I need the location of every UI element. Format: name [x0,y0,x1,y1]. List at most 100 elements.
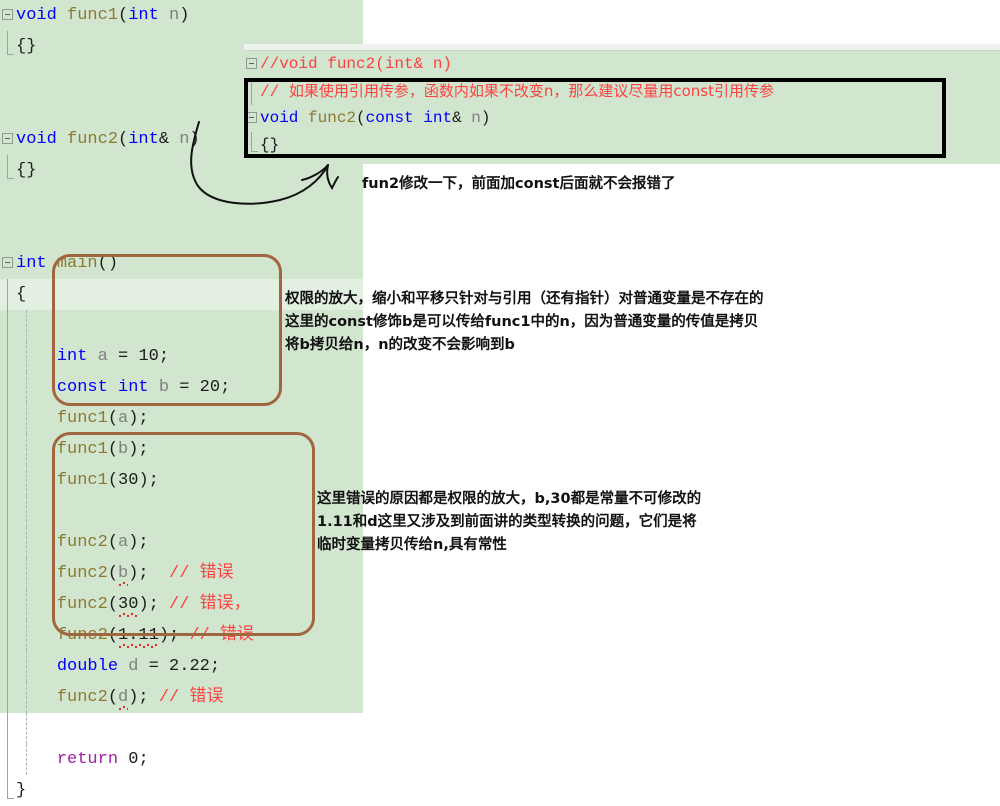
code-line[interactable]: func2(b); // 错误 [0,558,363,589]
code-line[interactable]: func1(30); [0,465,363,496]
indent-guide [26,496,27,527]
fold-guide-line [7,713,8,744]
code-token: 10 [138,347,159,366]
code-line[interactable]: void func2(const int& n) [244,105,1000,132]
code-token: ); [138,471,159,490]
code-line[interactable]: double d = 2.22; [0,651,363,682]
code-token: ); [128,440,149,459]
code-line[interactable]: return 0; [0,744,363,775]
indent-guide [26,589,27,620]
code-token: int [128,6,159,25]
code-line[interactable]: } [0,775,363,806]
code-token: n [169,6,180,25]
code-token: // 错误 [169,564,234,583]
code-line[interactable]: {} [244,132,1000,159]
code-token: ; [220,378,231,397]
code-line[interactable]: void func1(int n) [0,0,363,31]
fold-collapse-icon[interactable] [246,112,257,123]
fold-guide-end [251,132,258,152]
fold-collapse-icon[interactable] [2,9,13,20]
code-line[interactable]: func1(b); [0,434,363,465]
code-line[interactable] [0,217,363,248]
code-token: {} [260,136,280,154]
code-line[interactable] [0,496,363,527]
indent-guide [26,310,27,341]
indent-guide [26,434,27,465]
code-token: func2 [56,626,108,645]
fold-guide-end [7,775,14,799]
code-token: ; [209,657,221,676]
code-token: ( [107,626,119,645]
code-token: void [260,109,299,127]
code-token: double [56,657,119,676]
code-token: func2 [56,564,108,583]
code-line[interactable]: func2(a); [0,527,363,558]
indent-guide [26,744,27,775]
inset-scrollbar-strip[interactable] [244,44,1000,51]
fold-guide-line [7,403,8,434]
code-token: } [16,781,27,800]
code-token: ( [107,409,119,428]
code-token: func2 [56,688,108,707]
code-token: ); [128,688,159,707]
code-token: ); [128,409,149,428]
code-token: ( [356,109,366,127]
code-line[interactable]: //void func2(int& n) [244,51,1000,78]
code-token: d [128,657,139,676]
code-token: ); [128,564,170,583]
code-token: func2 [56,533,108,552]
code-line[interactable]: func1(a); [0,403,363,434]
code-token: b [118,440,129,459]
fold-collapse-icon[interactable] [2,257,13,268]
fold-guide-line [7,341,8,372]
code-token: func1 [56,440,108,459]
code-line[interactable]: func2(30); // 错误， [0,589,363,620]
fold-collapse-icon[interactable] [2,133,13,144]
code-line[interactable]: const int b = 20; [0,372,363,403]
code-token: n [179,130,190,149]
code-token: ( [107,440,119,459]
code-token: ; [138,750,149,769]
indent-guide [26,558,27,589]
fold-guide-end [7,31,14,55]
code-token: int [118,378,149,397]
code-token: // [260,83,289,101]
indent-guide [26,713,27,744]
code-token: ); [128,533,149,552]
code-token: int [423,109,453,127]
fold-guide-line [7,372,8,403]
indent-guide [26,682,27,713]
code-token: int [16,254,47,273]
code-line[interactable]: // 如果使用引用传参，函数内如果不改变n，那么建议尽量用const引用传参 [244,78,1000,105]
code-token: & [158,130,180,149]
code-token: 20 [199,378,221,397]
inset-code-panel[interactable]: //void func2(int& n) // 如果使用引用传参，函数内如果不改变… [244,44,1000,164]
code-token-error: b [118,564,129,583]
code-line[interactable]: func2(d); // 错误 [0,682,363,713]
code-token: // 错误， [169,595,251,614]
code-line[interactable]: int main() [0,248,363,279]
code-line[interactable]: func2(1.11); // 错误 [0,620,363,651]
code-line[interactable] [0,186,363,217]
fold-guide-line [7,310,8,341]
code-token: ) [179,6,190,25]
indent-guide [26,620,27,651]
code-token: ( [107,533,119,552]
inset-code-lines[interactable]: //void func2(int& n) // 如果使用引用传参，函数内如果不改变… [244,51,1000,159]
indent-guide [26,372,27,403]
indent-guide [26,341,27,372]
code-token: //void func2(int& n) [260,55,453,73]
code-line[interactable] [0,713,363,744]
fold-collapse-icon[interactable] [246,58,257,69]
